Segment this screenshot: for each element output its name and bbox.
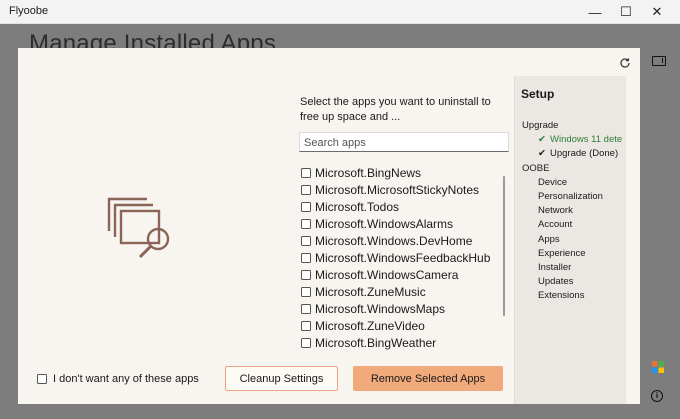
close-button[interactable]: ✕ <box>641 0 673 24</box>
app-name: Microsoft.ZuneVideo <box>315 319 425 334</box>
panel-toggle-icon[interactable] <box>652 56 666 66</box>
app-checkbox[interactable] <box>301 321 311 332</box>
minimize-button[interactable]: — <box>579 0 611 24</box>
tree-group-label: OOBE <box>522 162 550 174</box>
tree-item-label: Device <box>538 176 568 188</box>
app-checkbox[interactable] <box>301 287 311 298</box>
app-checkbox[interactable] <box>301 304 311 315</box>
tree-item-label: Installer <box>538 261 572 273</box>
tree-item-oobe[interactable]: Experience <box>522 247 626 261</box>
app-checkbox[interactable] <box>301 201 311 212</box>
tree-item-oobe[interactable]: Account <box>522 218 626 232</box>
app-name: Microsoft.WindowsAlarms <box>315 216 454 231</box>
title-bar: Flyoobe — ☐ ✕ <box>0 0 680 24</box>
refresh-icon[interactable] <box>618 56 632 70</box>
tree-item-oobe[interactable]: Network <box>522 204 626 218</box>
app-list-item[interactable]: Microsoft.ZuneVideo <box>301 318 511 335</box>
instructions-text: Select the apps you want to uninstall to… <box>300 96 491 123</box>
tree-item-upgrade[interactable]: ✔ Windows 11 dete <box>522 133 626 147</box>
tree-item-oobe[interactable]: Apps <box>522 233 626 247</box>
extensions-puzzle-icon[interactable] <box>651 360 665 374</box>
tree-item-oobe[interactable]: Personalization <box>522 190 626 204</box>
tree-group-label: Upgrade <box>522 120 559 131</box>
minimize-icon: — <box>588 4 602 20</box>
app-list-item[interactable]: Microsoft.WindowsAlarms <box>301 215 511 232</box>
tree-item-label: Extensions <box>538 290 585 302</box>
app-name: Microsoft.ZuneMusic <box>315 285 426 300</box>
app-list-item[interactable]: Microsoft.ZuneMusic <box>301 284 511 301</box>
cleanup-settings-button[interactable]: Cleanup Settings <box>225 366 338 391</box>
opt-out-option[interactable]: I don't want any of these apps <box>37 373 199 385</box>
right-rail: i <box>642 24 680 419</box>
tree-group-oobe[interactable]: OOBE <box>522 162 626 176</box>
setup-tree: Upgrade ✔ Windows 11 dete ✔ Upgrade (Done) … <box>522 119 626 303</box>
tree-item-oobe[interactable]: Extensions <box>522 289 626 303</box>
tree-item-oobe[interactable]: Updates <box>522 275 626 289</box>
app-name: Microsoft.WindowsFeedbackHub <box>315 251 491 266</box>
app-name: Microsoft.MicrosoftStickyNotes <box>315 182 480 197</box>
app-name: Microsoft.BingWeather <box>315 336 437 351</box>
app-checkbox[interactable] <box>301 338 311 349</box>
tree-item-label: Account <box>538 219 573 231</box>
app-name: Microsoft.Todos <box>315 199 400 214</box>
checkmark-icon: ✔ <box>538 134 546 146</box>
app-list-item[interactable]: Microsoft.BingWeather <box>301 335 511 352</box>
app-checkbox[interactable] <box>301 167 311 178</box>
app-list-item[interactable]: Microsoft.WindowsCamera <box>301 267 511 284</box>
tree-group-upgrade[interactable]: Upgrade <box>522 119 626 133</box>
app-checkbox[interactable] <box>301 235 311 246</box>
app-name: Microsoft.Windows.DevHome <box>315 233 473 248</box>
close-icon: ✕ <box>651 4 663 19</box>
app-list-item[interactable]: Microsoft.WindowsMaps <box>301 301 511 318</box>
tree-item-label: Apps <box>538 233 560 245</box>
setup-sidebar: Setup Upgrade ✔ Windows 11 dete ✔ Upgrade (… <box>514 76 626 404</box>
maximize-icon: ☐ <box>620 4 632 19</box>
apps-search-illustration-icon <box>107 197 170 259</box>
app-name: Microsoft.BingNews <box>315 165 422 180</box>
app-checkbox[interactable] <box>301 253 311 264</box>
app-name: Microsoft.WindowsCamera <box>315 268 459 283</box>
app-checkbox[interactable] <box>301 218 311 229</box>
app-list-scrollbar[interactable] <box>503 176 505 316</box>
app-checkbox[interactable] <box>301 184 311 195</box>
tree-item-label: Personalization <box>538 190 603 202</box>
tree-item-oobe[interactable]: Device <box>522 176 626 190</box>
app-name: Microsoft.WindowsMaps <box>315 302 446 317</box>
app-list-item[interactable]: Microsoft.Windows.DevHome <box>301 232 511 249</box>
tree-item-label: Upgrade (Done) <box>550 148 619 160</box>
app-list-item[interactable]: Microsoft.WindowsFeedbackHub <box>301 249 511 266</box>
opt-out-checkbox[interactable] <box>37 374 47 384</box>
tree-item-label: Experience <box>538 247 586 259</box>
search-input[interactable]: Search apps <box>299 132 509 152</box>
tree-item-label: Windows 11 dete <box>550 134 623 146</box>
maximize-button[interactable]: ☐ <box>610 0 642 24</box>
remove-selected-apps-button[interactable]: Remove Selected Apps <box>353 366 503 391</box>
app-list-item[interactable]: Microsoft.Todos <box>301 198 511 215</box>
app-checkbox[interactable] <box>301 270 311 281</box>
tree-item-upgrade[interactable]: ✔ Upgrade (Done) <box>522 147 626 161</box>
app-list-item[interactable]: Microsoft.BingNews <box>301 164 511 181</box>
info-icon[interactable]: i <box>651 390 663 402</box>
manage-apps-dialog: Select the apps you want to uninstall to… <box>18 48 640 404</box>
tree-item-label: Updates <box>538 276 574 288</box>
app-list-item[interactable]: Microsoft.MicrosoftStickyNotes <box>301 181 511 198</box>
tree-item-oobe[interactable]: Installer <box>522 261 626 275</box>
opt-out-label: I don't want any of these apps <box>53 373 199 385</box>
setup-title: Setup <box>521 87 555 101</box>
checkmark-icon: ✔ <box>538 148 546 160</box>
tree-item-label: Network <box>538 205 573 217</box>
app-list: Microsoft.BingNews Microsoft.MicrosoftSti… <box>301 164 511 356</box>
window-title: Flyoobe <box>9 5 49 17</box>
